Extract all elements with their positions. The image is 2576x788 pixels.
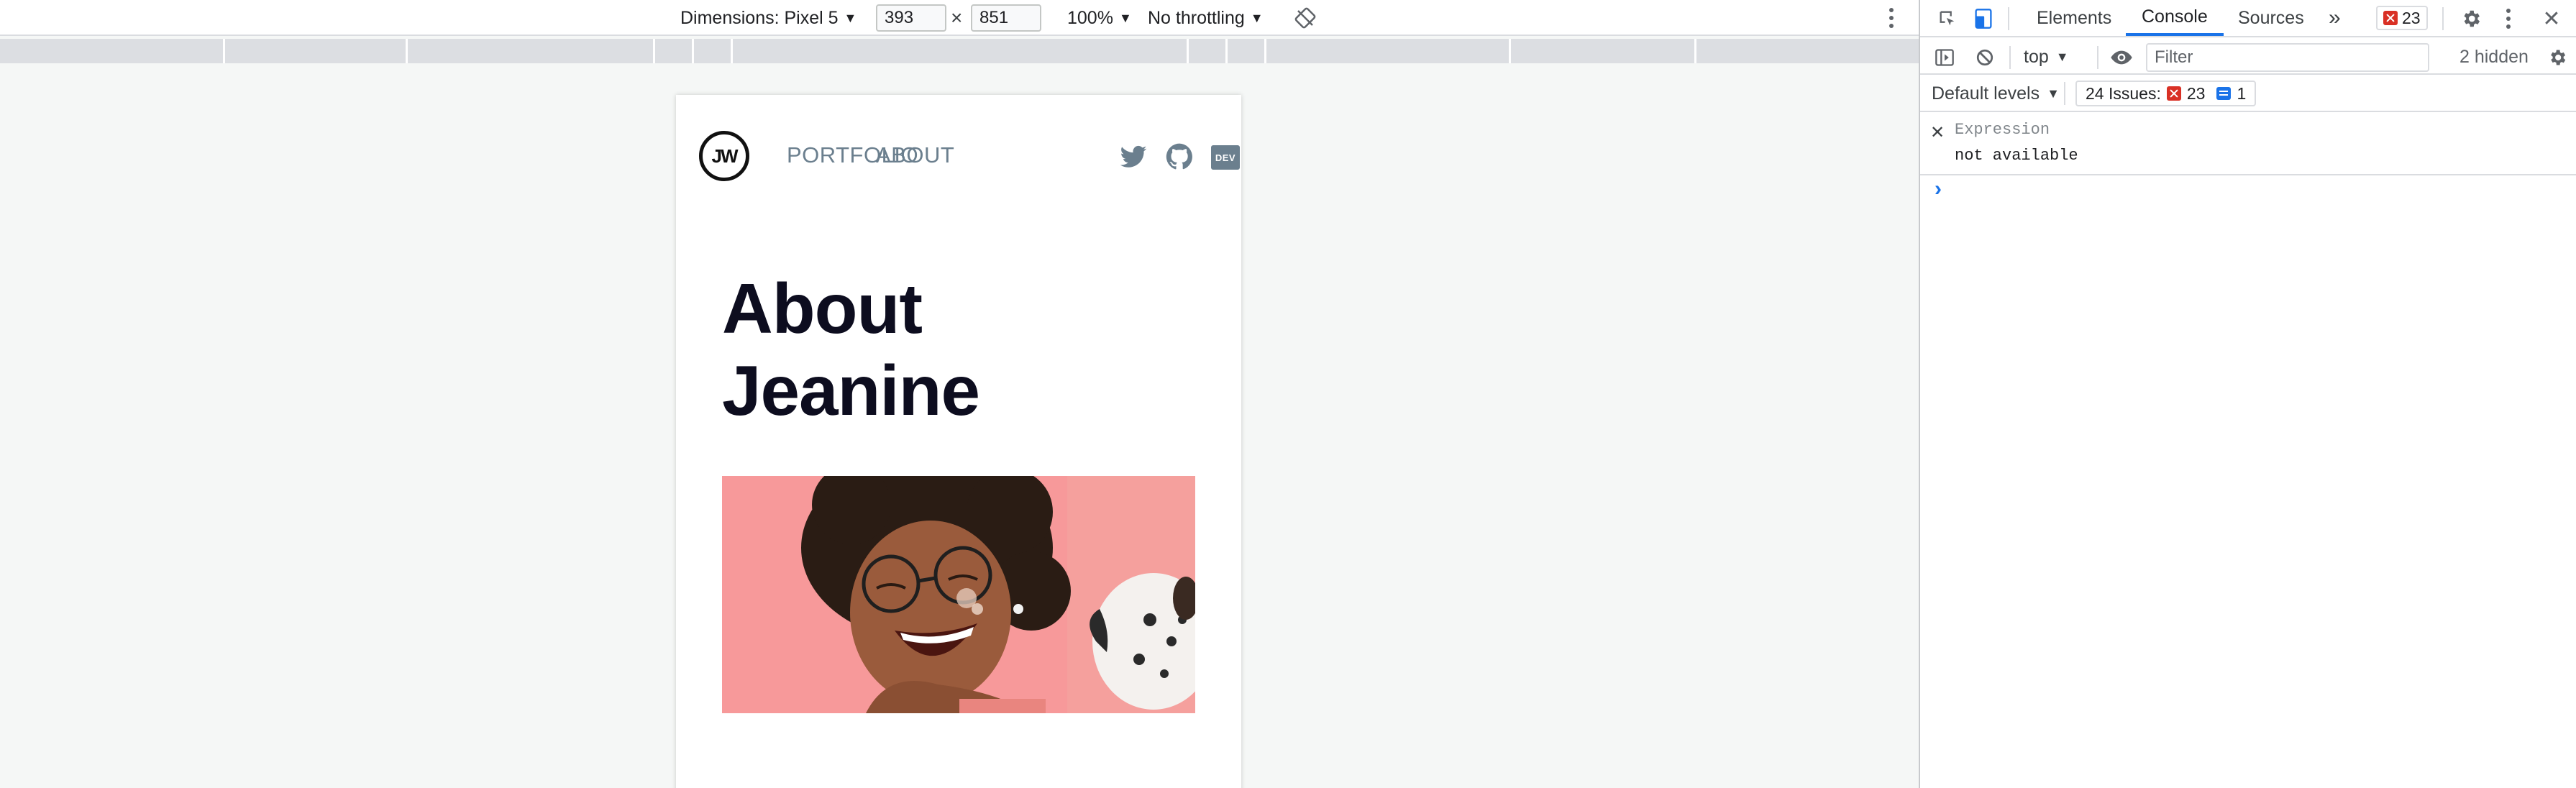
context-selector[interactable]: top ▼	[2024, 39, 2069, 75]
chevron-down-icon: ▼	[1250, 10, 1264, 25]
chevron-down-icon: ▼	[2047, 86, 2060, 101]
dev-icon[interactable]: DEV	[1211, 145, 1240, 170]
devtools-tab-bar: Elements Console Sources » 23 ✕	[1920, 0, 2576, 37]
error-icon	[2166, 86, 2181, 101]
site-logo[interactable]: JW	[699, 131, 749, 181]
devtools-panel: Elements Console Sources » 23 ✕ top ▼ Fi…	[1919, 0, 2576, 788]
width-input[interactable]	[876, 4, 946, 32]
more-options-icon[interactable]	[2500, 6, 2517, 32]
close-icon[interactable]: ✕	[2539, 6, 2564, 32]
device-viewport: JW PORTFOLIO ABOUT DEV About Jeanine	[0, 63, 1919, 788]
issues-button[interactable]: 24 Issues: 23 1	[2075, 81, 2257, 106]
more-tabs-icon[interactable]: »	[2329, 0, 2341, 36]
sidebar-toggle-icon[interactable]	[1933, 46, 1956, 69]
media-query-segment[interactable]	[1264, 39, 1509, 63]
chevron-down-icon: ▼	[1118, 10, 1132, 25]
toolbar-divider	[2008, 7, 2009, 30]
remove-expression-icon[interactable]: ✕	[1930, 122, 1945, 143]
error-count-badge[interactable]: 23	[2376, 6, 2428, 30]
console-prompt[interactable]: ›	[1920, 177, 2576, 206]
toolbar-divider	[2442, 7, 2444, 30]
issues-info-count: 1	[2237, 83, 2247, 103]
eye-icon[interactable]	[2109, 46, 2134, 69]
page-title-line-2: Jeanine	[722, 351, 980, 430]
throttling-label: No throttling	[1148, 7, 1245, 28]
log-levels-label: Default levels	[1932, 83, 2040, 104]
page-title-line-1: About	[722, 269, 923, 348]
media-query-segment[interactable]	[406, 39, 653, 63]
twitter-icon[interactable]	[1119, 142, 1148, 171]
media-query-bar	[0, 39, 1919, 63]
media-query-segment[interactable]	[223, 39, 406, 63]
media-query-segment[interactable]	[1694, 39, 1919, 63]
tab-sources[interactable]: Sources	[2238, 0, 2304, 36]
nav-link-about[interactable]: ABOUT	[876, 142, 954, 168]
toolbar-divider	[2009, 46, 2011, 69]
console-toolbar-secondary: Default levels ▼ 24 Issues: 23 1	[1920, 75, 2576, 112]
dimensions-dropdown[interactable]: Dimensions: Pixel 5 ▼	[680, 0, 857, 36]
toolbar-divider	[2064, 82, 2065, 105]
zoom-label: 100%	[1067, 7, 1113, 28]
emulated-page: JW PORTFOLIO ABOUT DEV About Jeanine	[676, 95, 1241, 788]
prompt-chevron-icon: ›	[1935, 177, 1942, 201]
tab-elements[interactable]: Elements	[2037, 0, 2111, 36]
height-input[interactable]	[971, 4, 1041, 32]
dimensions-label: Dimensions: Pixel 5	[680, 7, 839, 28]
media-query-segment[interactable]	[731, 39, 1187, 63]
github-icon[interactable]	[1165, 142, 1194, 171]
media-query-segment[interactable]	[1187, 39, 1225, 63]
log-levels-dropdown[interactable]: Default levels ▼	[1932, 75, 2060, 112]
times-sign: ×	[951, 6, 963, 29]
toolbar-divider	[2097, 46, 2098, 69]
error-icon	[2383, 11, 2398, 25]
expression-value: not available	[1955, 147, 2078, 165]
expression-label[interactable]: Expression	[1955, 121, 2050, 139]
device-toggle-icon[interactable]	[1970, 6, 1996, 32]
profile-photo	[722, 476, 1195, 713]
console-toolbar: top ▼ 2 hidden	[1920, 39, 2576, 75]
media-query-segment[interactable]	[653, 39, 692, 63]
rotate-icon[interactable]	[1292, 4, 1319, 32]
dev-badge-text: DEV	[1215, 152, 1236, 163]
chevron-down-icon: ▼	[844, 10, 857, 25]
console-settings-icon[interactable]	[2546, 46, 2569, 69]
clear-console-icon[interactable]	[1973, 46, 1996, 69]
context-label: top	[2024, 46, 2049, 67]
page-title: About Jeanine	[722, 267, 980, 431]
issues-label: 24 Issues:	[2086, 83, 2161, 103]
more-options-icon[interactable]	[1883, 5, 1900, 31]
device-toolbar: Dimensions: Pixel 5 ▼ × 100% ▼ No thrott…	[0, 0, 1919, 36]
site-nav: JW PORTFOLIO ABOUT DEV	[699, 129, 1240, 183]
chevron-down-icon: ▼	[2055, 49, 2069, 64]
zoom-dropdown[interactable]: 100% ▼	[1067, 0, 1132, 36]
issues-error-count: 23	[2186, 83, 2206, 103]
info-message-icon	[2216, 87, 2232, 100]
media-query-segment[interactable]	[1225, 39, 1264, 63]
error-count: 23	[2402, 8, 2421, 27]
throttling-dropdown[interactable]: No throttling ▼	[1148, 0, 1264, 36]
console-filter-input[interactable]	[2146, 43, 2429, 72]
hidden-count: 2 hidden	[2459, 46, 2529, 67]
live-expression: ✕ Expression not available	[1920, 114, 2576, 175]
gear-icon[interactable]	[2458, 6, 2484, 32]
media-query-segment[interactable]	[1509, 39, 1694, 63]
tab-console[interactable]: Console	[2126, 0, 2224, 36]
inspect-element-icon[interactable]	[1935, 6, 1960, 32]
media-query-segment[interactable]	[692, 39, 731, 63]
